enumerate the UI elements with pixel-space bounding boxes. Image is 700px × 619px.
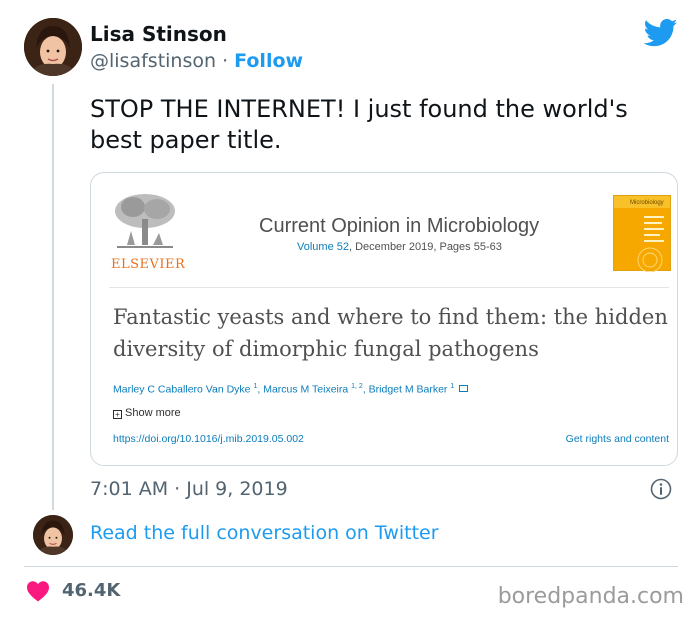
author-2[interactable]: Marcus M Teixeira	[263, 384, 348, 396]
author-3-affil: 1	[450, 383, 455, 390]
like-count: 46.4K	[62, 580, 121, 601]
footer-divider	[24, 566, 678, 567]
heart-icon[interactable]	[26, 580, 50, 602]
author-handle-row: @lisafstinson · Follow	[90, 50, 303, 72]
doi-link[interactable]: https://doi.org/10.1016/j.mib.2019.05.00…	[113, 433, 304, 445]
handle-separator: ·	[222, 50, 229, 72]
author-handle[interactable]: @lisafstinson	[90, 50, 216, 72]
author-avatar[interactable]	[24, 18, 82, 76]
journal-cover-image[interactable]: Microbiology	[613, 195, 671, 272]
tweet-timestamp[interactable]: 7:01 AM · Jul 9, 2019	[90, 478, 288, 500]
thread-line	[52, 84, 54, 510]
follow-button[interactable]: Follow	[234, 50, 303, 72]
show-more-label: Show more	[125, 407, 181, 419]
reply-avatar[interactable]	[33, 515, 73, 555]
volume-details: , December 2019, Pages 55-63	[348, 241, 502, 253]
info-icon[interactable]	[650, 478, 672, 500]
tweet-text: STOP THE INTERNET! I just found the worl…	[90, 95, 628, 154]
author-1[interactable]: Marley C Caballero Van Dyke	[113, 384, 251, 396]
show-more-toggle[interactable]: + Show more	[113, 407, 181, 419]
volume-link[interactable]: Volume 52	[297, 241, 349, 253]
elsevier-tree-logo	[109, 191, 181, 253]
author-name[interactable]: Lisa Stinson	[90, 22, 227, 46]
elsevier-wordmark: ELSEVIER	[111, 257, 186, 272]
mail-icon[interactable]	[459, 384, 469, 392]
plus-box-icon: +	[113, 410, 122, 419]
rights-link[interactable]: Get rights and content	[566, 433, 669, 445]
volume-line: Volume 52, December 2019, Pages 55-63	[297, 241, 502, 253]
author-2-affil: 1, 2	[351, 383, 363, 390]
source-watermark: boredpanda.com	[497, 584, 684, 609]
author-3[interactable]: Bridget M Barker	[369, 384, 448, 396]
card-divider	[109, 287, 669, 288]
authors-list: Marley C Caballero Van Dyke 1, Marcus M …	[113, 383, 469, 396]
twitter-bird-icon[interactable]	[644, 18, 678, 48]
author-1-affil: 1	[253, 383, 258, 390]
paper-title: Fantastic yeasts and where to find them:…	[113, 305, 668, 361]
paper-screenshot-card[interactable]: ELSEVIER Current Opinion in Microbiology…	[90, 172, 678, 466]
read-conversation-link[interactable]: Read the full conversation on Twitter	[90, 522, 439, 544]
journal-name[interactable]: Current Opinion in Microbiology	[259, 215, 539, 238]
